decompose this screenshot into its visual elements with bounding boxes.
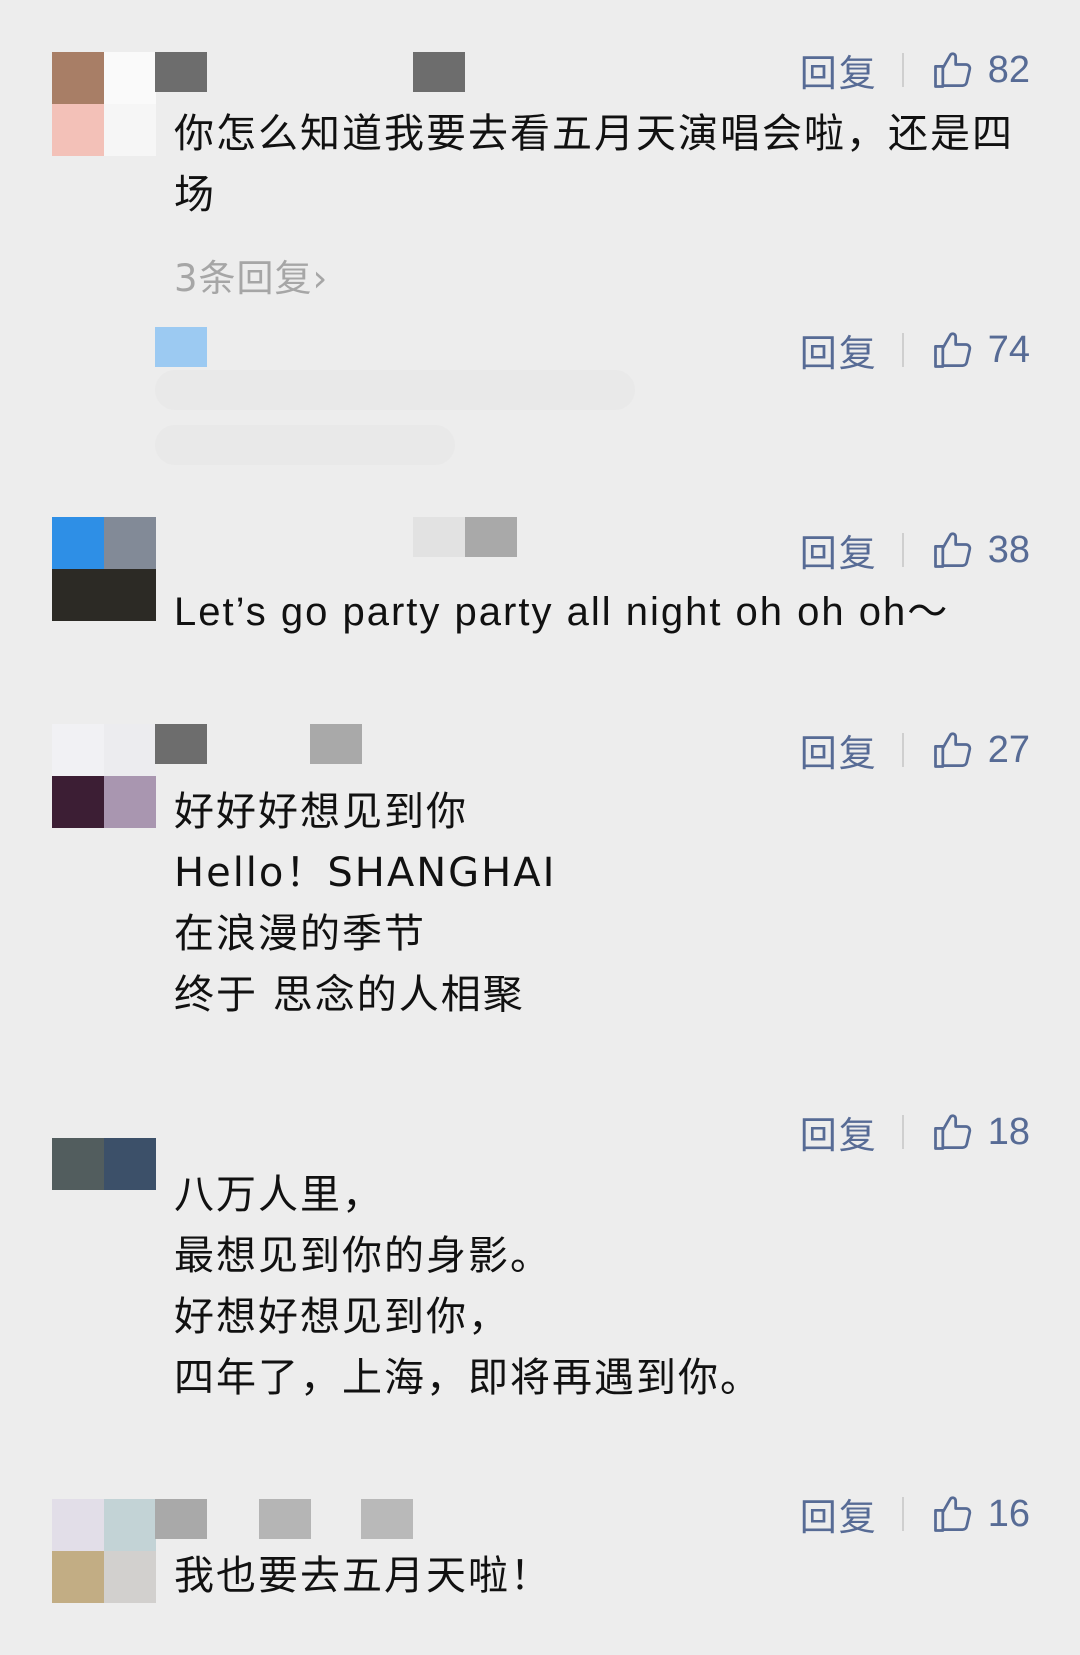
comment-item: 回复 74	[0, 300, 1080, 500]
comment-item: 回复 82 你怎么知道我要去看五月天演唱会啦，还是四场 3条回复›	[0, 0, 1080, 300]
divider	[901, 1497, 904, 1531]
thumbs-up-icon	[930, 328, 974, 372]
blurred-content	[155, 425, 455, 465]
comment-actions: 回复 27	[800, 723, 1030, 777]
comment-text: 我也要去五月天啦！	[174, 1553, 552, 1599]
like-count: 27	[987, 728, 1030, 771]
divider	[901, 1115, 904, 1149]
like-button[interactable]: 74	[930, 328, 1030, 372]
comment-actions: 回复 74	[800, 323, 1030, 377]
comment-text: Let’s go party party all night oh oh oh～	[174, 590, 950, 634]
comment-item: 回复 38 Let’s go party party all night oh …	[0, 500, 1080, 680]
comment-actions: 回复 82	[800, 43, 1030, 97]
avatar[interactable]	[52, 724, 156, 828]
reply-button[interactable]: 回复	[800, 43, 878, 97]
reply-button[interactable]: 回复	[800, 323, 878, 377]
comment-item: 回复 16 我也要去五月天啦！	[0, 1470, 1080, 1655]
comment-actions: 回复 38	[800, 523, 1030, 577]
username-redacted[interactable]	[155, 327, 235, 367]
divider	[901, 733, 904, 767]
comment-actions: 回复 16	[800, 1487, 1030, 1541]
more-replies-link[interactable]: 3条回复›	[174, 248, 328, 302]
reply-button[interactable]: 回复	[800, 523, 878, 577]
thumbs-up-icon	[930, 1492, 974, 1536]
like-button[interactable]: 82	[930, 48, 1030, 92]
avatar[interactable]	[52, 52, 156, 156]
avatar[interactable]	[52, 1499, 156, 1603]
comment-text: 好好好想见到你 Hello！SHANGHAI 在浪漫的季节 终于 思念的人相聚	[174, 789, 557, 1018]
username-redacted[interactable]	[155, 1499, 425, 1539]
like-button[interactable]: 16	[930, 1492, 1030, 1536]
comment-item: 回复 18 八万人里， 最想见到你的身影。 好想好想见到你， 四年了，上海，即将…	[0, 1090, 1080, 1450]
thumbs-up-icon	[930, 1110, 974, 1154]
blurred-content	[155, 370, 635, 410]
like-count: 38	[987, 528, 1030, 571]
comment-actions: 回复 18	[800, 1105, 1030, 1159]
thumbs-up-icon	[930, 728, 974, 772]
avatar[interactable]	[52, 1138, 156, 1190]
username-redacted[interactable]	[155, 517, 525, 557]
username-redacted[interactable]	[155, 724, 375, 764]
comment-item: 回复 27 好好好想见到你 Hello！SHANGHAI 在浪漫的季节 终于 思…	[0, 700, 1080, 1080]
comment-text: 你怎么知道我要去看五月天演唱会啦，还是四场	[174, 111, 1014, 218]
like-count: 16	[987, 1492, 1030, 1535]
reply-button[interactable]: 回复	[800, 1105, 878, 1159]
thumbs-up-icon	[930, 48, 974, 92]
divider	[901, 53, 904, 87]
divider	[901, 533, 904, 567]
like-button[interactable]: 27	[930, 728, 1030, 772]
reply-button[interactable]: 回复	[800, 1487, 878, 1541]
like-count: 18	[987, 1110, 1030, 1153]
like-count: 74	[987, 328, 1030, 371]
like-button[interactable]: 38	[930, 528, 1030, 572]
divider	[901, 333, 904, 367]
like-count: 82	[987, 48, 1030, 91]
thumbs-up-icon	[930, 528, 974, 572]
comment-text: 八万人里， 最想见到你的身影。 好想好想见到你， 四年了，上海，即将再遇到你。	[174, 1172, 762, 1401]
username-redacted[interactable]	[155, 52, 725, 92]
avatar[interactable]	[52, 517, 156, 621]
reply-button[interactable]: 回复	[800, 723, 878, 777]
like-button[interactable]: 18	[930, 1110, 1030, 1154]
